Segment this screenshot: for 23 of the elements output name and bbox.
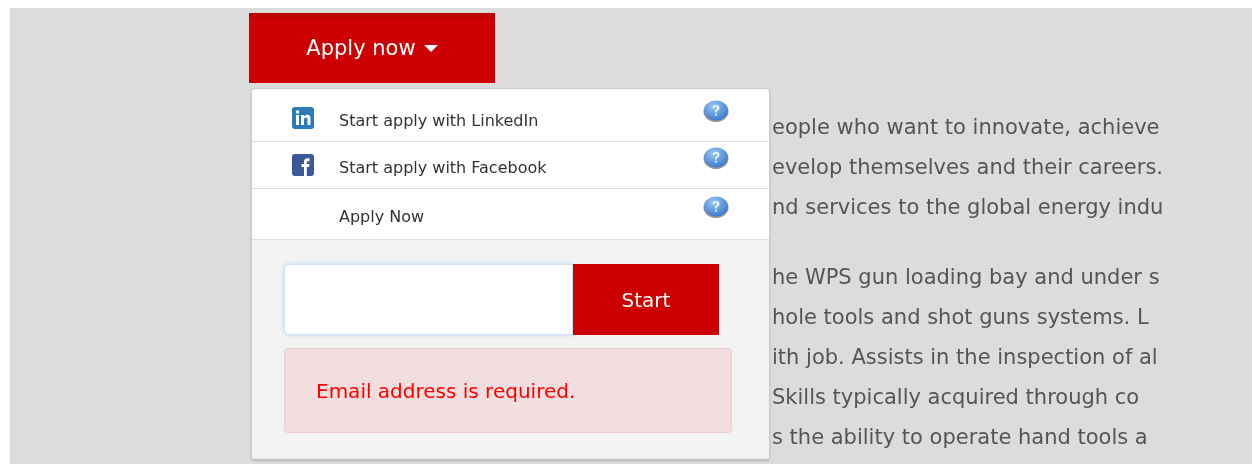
caret-icon xyxy=(423,44,438,52)
menu-item-label: Start apply with LinkedIn xyxy=(339,110,540,130)
menu-item[interactable]: Start apply with Facebook xyxy=(252,142,769,189)
start-button[interactable]: Start xyxy=(573,264,719,335)
paragraph-line: evelop themselves and their careers. xyxy=(772,154,1163,181)
paragraph-line: hole tools and shot guns systems. L xyxy=(772,304,1149,331)
paragraph-line: eople who want to innovate, achieve xyxy=(772,114,1160,141)
paragraph-line: nd services to the global energy indu xyxy=(772,194,1164,221)
menu-item-label: Start apply with Facebook xyxy=(339,157,548,177)
help-icon[interactable] xyxy=(703,196,729,218)
menu-item[interactable]: Start apply with LinkedIn xyxy=(252,95,769,142)
paragraph-line: s the ability to operate hand tools a xyxy=(772,424,1148,451)
help-icon[interactable] xyxy=(703,100,729,122)
paragraph-line: he WPS gun loading bay and under s xyxy=(772,264,1160,291)
paragraph-line: ith job. Assists in the inspection of al xyxy=(772,344,1158,371)
help-icon[interactable] xyxy=(703,147,729,169)
paragraph-line: Skills typically acquired through co xyxy=(772,384,1140,411)
error-message: Email address is required. xyxy=(316,378,576,403)
apply-now-button[interactable]: Apply now xyxy=(249,13,495,83)
facebook-icon xyxy=(292,154,314,176)
menu-item-label: Apply Now xyxy=(339,206,426,226)
email-field[interactable] xyxy=(284,264,573,335)
linkedin-icon xyxy=(292,107,314,129)
